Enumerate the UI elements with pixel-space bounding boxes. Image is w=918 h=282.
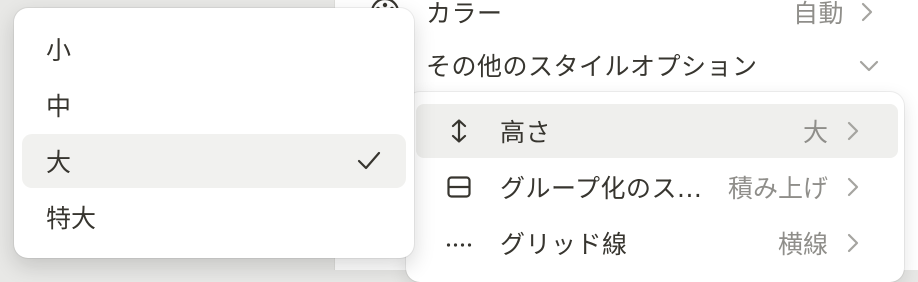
submenu-item-label: グループ化のス... xyxy=(500,174,703,203)
dotted-line-icon xyxy=(446,230,472,256)
more-style-options-label: その他のスタイルオプション xyxy=(426,52,758,81)
chevron-right-icon xyxy=(838,172,868,202)
option-label: 小 xyxy=(46,36,72,65)
dropdown-option-medium[interactable]: 中 xyxy=(22,78,406,132)
color-value: 自動 xyxy=(792,0,844,28)
color-row[interactable]: カラー 自動 xyxy=(368,0,888,30)
style-options-submenu: 高さ 大 グループ化のス... 積み上げ グリッド線 横線 xyxy=(406,92,904,282)
submenu-item-grouping[interactable]: グループ化のス... 積み上げ xyxy=(416,160,898,214)
submenu-item-value: 大 xyxy=(802,118,828,147)
submenu-item-value: 積み上げ xyxy=(727,174,828,203)
submenu-item-height[interactable]: 高さ 大 xyxy=(416,104,898,158)
dropdown-option-large[interactable]: 大 xyxy=(22,134,406,188)
group-box-icon xyxy=(446,174,472,200)
checkmark-icon xyxy=(354,146,384,176)
option-label: 特大 xyxy=(46,204,97,233)
height-dropdown: 小 中 大 特大 xyxy=(14,8,414,258)
vertical-arrows-icon xyxy=(446,118,472,144)
option-label: 大 xyxy=(46,148,72,177)
option-label: 中 xyxy=(46,92,72,121)
chevron-right-icon xyxy=(852,0,882,27)
chevron-right-icon xyxy=(838,116,868,146)
more-style-options-row[interactable]: その他のスタイルオプション xyxy=(426,45,886,85)
color-label: カラー xyxy=(426,0,503,28)
chevron-right-icon xyxy=(838,228,868,258)
submenu-item-label: グリッド線 xyxy=(500,230,628,259)
dropdown-option-small[interactable]: 小 xyxy=(22,22,406,76)
dropdown-option-extra-large[interactable]: 特大 xyxy=(22,190,406,244)
submenu-item-label: 高さ xyxy=(500,118,552,147)
submenu-item-gridlines[interactable]: グリッド線 横線 xyxy=(416,216,898,270)
submenu-item-value: 横線 xyxy=(777,230,828,259)
chevron-down-icon xyxy=(854,51,884,81)
